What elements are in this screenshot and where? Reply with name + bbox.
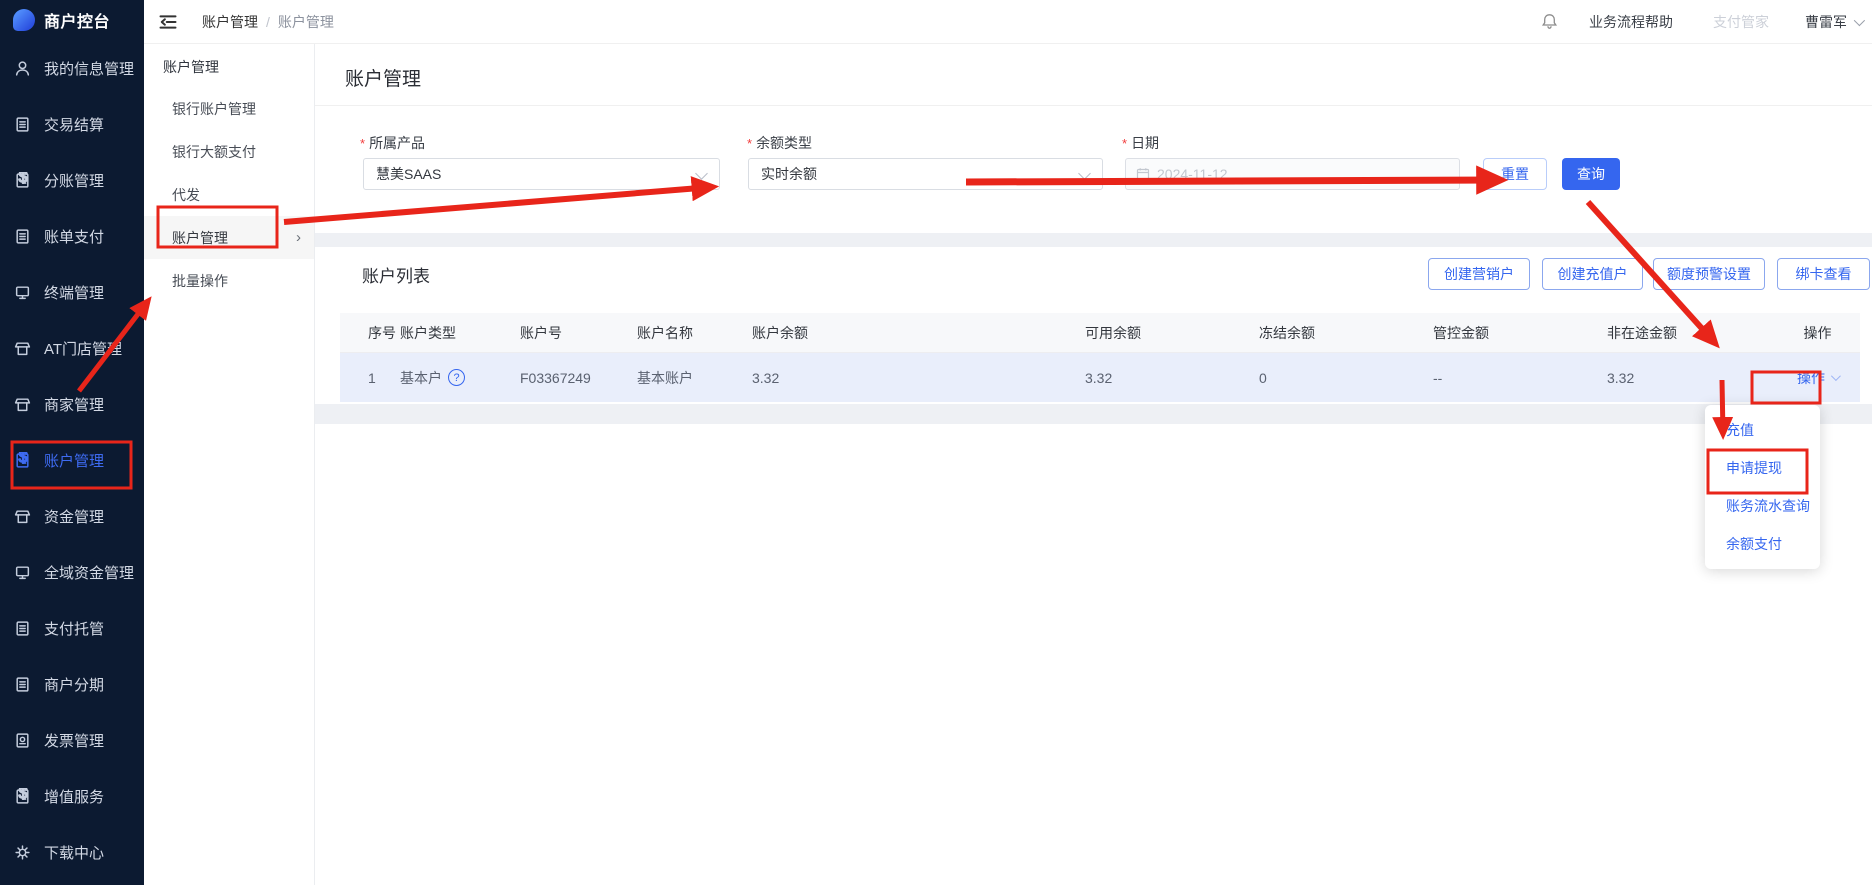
document-list-icon [14, 116, 31, 133]
submenu-item-bank-account-management[interactable]: 银行账户管理 [144, 87, 314, 130]
submenu-item-agent-pay[interactable]: 代发 [144, 173, 314, 216]
section-gap [315, 404, 1872, 424]
balance-type-select[interactable]: 实时余额 [748, 158, 1103, 190]
table-row: 1 基本户 ? F03367249 基本账户 3.32 3.32 0 -- 3.… [340, 353, 1860, 402]
funds-icon [14, 508, 31, 525]
action-dropdown-menu: 充值 申请提现 账务流水查询 余额支付 [1705, 405, 1820, 569]
account-list-title: 账户列表 [362, 262, 430, 287]
section-gap [315, 233, 1872, 247]
calendar-icon [1136, 167, 1150, 181]
divider [315, 105, 1872, 106]
chevron-down-icon [695, 167, 708, 180]
document-list-icon [14, 676, 31, 693]
cell-non-transit: 3.32 [1607, 370, 1775, 386]
sidebar-item-payment-escrow[interactable]: 支付托管 [0, 600, 144, 656]
main-content: 账户管理 *所属产品 *余额类型 *日期 慧美SAAS 实时余额 2024-11… [315, 44, 1872, 885]
dollar-list-icon [14, 788, 31, 805]
sidebar-item-funds-management[interactable]: 资金管理 [0, 488, 144, 544]
notification-bell-icon[interactable] [1540, 12, 1559, 31]
page-title: 账户管理 [345, 64, 421, 91]
bind-card-view-button[interactable]: 绑卡查看 [1777, 258, 1870, 290]
breadcrumb-separator: / [266, 14, 270, 30]
document-list-icon [14, 228, 31, 245]
chevron-down-icon [1854, 14, 1865, 25]
reset-button[interactable]: 重置 [1483, 158, 1547, 190]
row-action-link[interactable]: 操作 [1797, 368, 1838, 388]
business-process-help-link[interactable]: 业务流程帮助 [1589, 12, 1673, 32]
sidebar-item-transaction-settlement[interactable]: 交易结算 [0, 96, 144, 152]
breadcrumb-account-management[interactable]: 账户管理 [202, 12, 258, 32]
menu-item-balance-payment[interactable]: 余额支付 [1705, 525, 1820, 563]
cell-available: 3.32 [1085, 370, 1259, 386]
sidebar-item-account-management[interactable]: 账户管理 [0, 432, 144, 488]
collapse-sidebar-icon[interactable] [158, 12, 178, 32]
sidebar-item-split-account[interactable]: 分账管理 [0, 152, 144, 208]
question-circle-icon[interactable]: ? [448, 369, 465, 386]
brand-name: 商户控台 [44, 8, 110, 32]
product-label: *所属产品 [360, 133, 425, 153]
menu-item-recharge[interactable]: 充值 [1705, 411, 1820, 449]
primary-sidebar: 商户控台 我的信息管理 交易结算 分账管理 账单支付 终端管理 AT门店管理 商… [0, 0, 144, 885]
chevron-down-icon [1831, 371, 1841, 381]
cell-index: 1 [368, 370, 400, 386]
sidebar-item-bill-payment[interactable]: 账单支付 [0, 208, 144, 264]
terminal-icon [14, 284, 31, 301]
table-header-row: 序号 账户类型 账户号 账户名称 账户余额 可用余额 冻结余额 管控金额 非在途… [340, 313, 1860, 353]
sidebar-item-merchant-installment[interactable]: 商户分期 [0, 656, 144, 712]
query-button[interactable]: 查询 [1562, 158, 1620, 190]
store-icon [14, 340, 31, 357]
cell-balance: 3.32 [752, 370, 1085, 386]
menu-item-apply-withdrawal[interactable]: 申请提现 [1705, 449, 1820, 487]
cell-account-name: 基本账户 [637, 368, 752, 388]
cell-controlled: -- [1433, 370, 1607, 386]
create-recharge-account-button[interactable]: 创建充值户 [1542, 258, 1643, 290]
document-list-icon [14, 620, 31, 637]
balance-type-label: *余额类型 [747, 133, 812, 153]
merchant-console-app: $ 商户控台 我的信息管理 交易结算 分账管理 账单支付 终端管理 AT门店管理… [0, 0, 1872, 885]
create-marketing-account-button[interactable]: 创建营销户 [1428, 258, 1530, 290]
chevron-down-icon [1078, 167, 1091, 180]
cell-account-type: 基本户 ? [400, 368, 520, 388]
submenu-item-batch-operation[interactable]: 批量操作 [144, 259, 314, 302]
cell-account-no: F03367249 [520, 370, 637, 386]
dollar-list-icon [14, 452, 31, 469]
account-table: 序号 账户类型 账户号 账户名称 账户余额 可用余额 冻结余额 管控金额 非在途… [340, 313, 1860, 402]
secondary-sidebar: 账户管理 银行账户管理 银行大额支付 代发 账户管理 › 批量操作 [144, 44, 315, 885]
store-icon [14, 396, 31, 413]
submenu-item-account-management[interactable]: 账户管理 › [144, 216, 314, 259]
sidebar-item-terminal-management[interactable]: 终端管理 [0, 264, 144, 320]
sidebar-item-my-info[interactable]: 我的信息管理 [0, 40, 144, 96]
gear-icon [14, 844, 31, 861]
user-menu[interactable]: 曹雷军 [1805, 12, 1862, 32]
sidebar-item-global-funds-management[interactable]: 全域资金管理 [0, 544, 144, 600]
date-label: *日期 [1122, 133, 1159, 153]
sidebar-item-at-store-management[interactable]: AT门店管理 [0, 320, 144, 376]
user-icon [14, 60, 31, 77]
sidebar-item-invoice-management[interactable]: 发票管理 [0, 712, 144, 768]
submenu-header: 账户管理 [144, 44, 314, 87]
sidebar-item-download-center[interactable]: 下载中心 [0, 824, 144, 880]
breadcrumb: 账户管理 / 账户管理 [202, 12, 334, 32]
username: 曹雷军 [1805, 12, 1847, 32]
quota-warning-settings-button[interactable]: 额度预警设置 [1653, 258, 1765, 290]
cell-frozen: 0 [1259, 370, 1433, 386]
submenu-item-bank-large-payment[interactable]: 银行大额支付 [144, 130, 314, 173]
global-funds-icon [14, 564, 31, 581]
date-input[interactable]: 2024-11-12 [1125, 158, 1460, 190]
dollar-list-icon [14, 172, 31, 189]
chevron-right-icon: › [296, 229, 301, 246]
sidebar-item-value-added-services[interactable]: 增值服务 [0, 768, 144, 824]
topbar-right: 业务流程帮助 支付管家 曹雷军 [1540, 12, 1872, 32]
top-bar: 账户管理 / 账户管理 业务流程帮助 支付管家 曹雷军 [144, 0, 1872, 44]
menu-item-account-flow-query[interactable]: 账务流水查询 [1705, 487, 1820, 525]
product-select[interactable]: 慧美SAAS [363, 158, 720, 190]
invoice-icon [14, 732, 31, 749]
sidebar-item-merchant-management[interactable]: 商家管理 [0, 376, 144, 432]
cell-action: 操作 [1775, 368, 1860, 388]
brand-logo-icon [13, 9, 35, 31]
payment-manager-link[interactable]: 支付管家 [1713, 12, 1769, 32]
breadcrumb-account-management-2[interactable]: 账户管理 [278, 12, 334, 32]
brand[interactable]: 商户控台 [0, 0, 144, 40]
